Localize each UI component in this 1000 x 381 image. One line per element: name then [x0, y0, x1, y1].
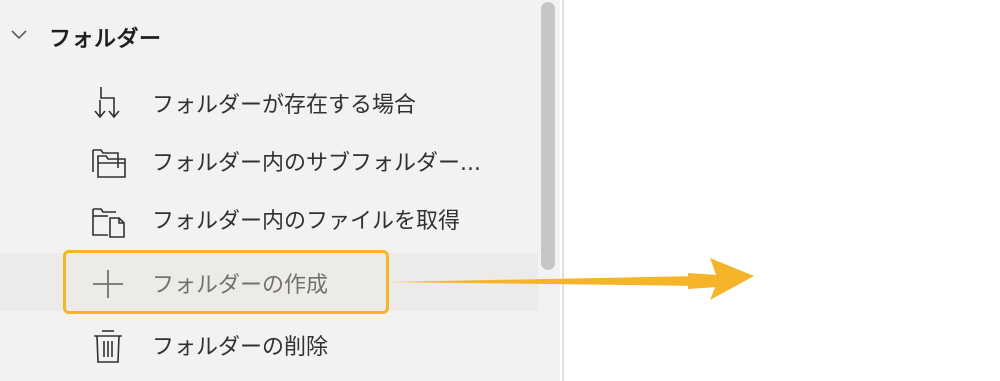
highlight-box	[63, 250, 389, 314]
folder-files-icon	[92, 208, 125, 238]
panel-divider	[562, 0, 564, 381]
subfolders-icon	[92, 149, 126, 178]
actions-panel: フォルダー フォルダーが存在する場合 フォルダー内のサブフォルダー... フォル…	[0, 0, 560, 381]
group-title: フォルダー	[49, 27, 162, 52]
action-item-delete-folder[interactable]: フォルダーの削除	[0, 315, 538, 373]
folder-exists-icon	[94, 87, 120, 119]
action-item-label: フォルダーが存在する場合	[152, 93, 417, 118]
action-item-folder-exists[interactable]: フォルダーが存在する場合	[0, 73, 538, 131]
action-item-subfolders[interactable]: フォルダー内のサブフォルダー...	[0, 131, 538, 189]
arrow-icon	[388, 258, 754, 300]
action-item-get-files[interactable]: フォルダー内のファイルを取得	[0, 189, 538, 247]
action-item-label: フォルダー内のファイルを取得	[152, 209, 461, 234]
action-item-label: フォルダーの削除	[152, 335, 329, 360]
action-item-label: フォルダー内のサブフォルダー...	[152, 151, 481, 176]
scrollbar-thumb[interactable]	[541, 2, 555, 270]
trash-icon	[94, 330, 122, 363]
group-header-folder[interactable]: フォルダー	[0, 12, 530, 60]
chevron-down-icon[interactable]	[10, 28, 28, 42]
